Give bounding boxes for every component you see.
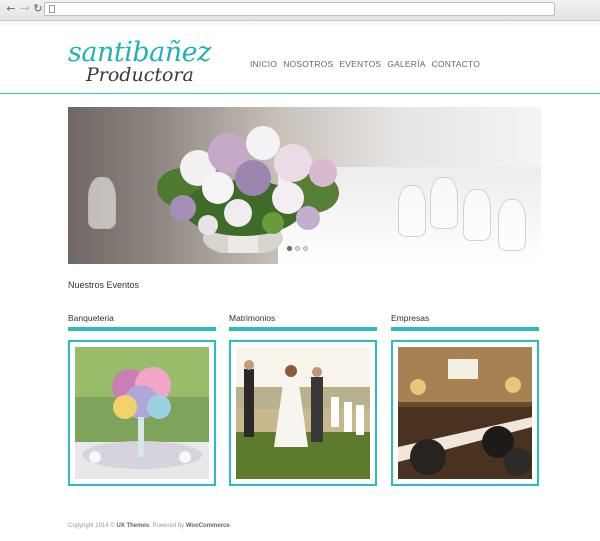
- glass-shape: [430, 177, 458, 229]
- column-title[interactable]: Matrimonios: [229, 312, 379, 324]
- slider-dots: [287, 246, 308, 251]
- browser-toolbar: ← → ↻: [0, 0, 600, 21]
- main-menu: INICIO NOSOTROS EVENTOS GALERÍA CONTACTO: [250, 59, 480, 71]
- page-icon: [49, 5, 55, 13]
- menu-item-contacto[interactable]: CONTACTO: [432, 59, 481, 71]
- footer-powered-by: . Powered by: [149, 523, 186, 529]
- logo-bottom-text: Productora: [86, 64, 194, 86]
- slider-dot[interactable]: [295, 246, 300, 251]
- flower-bouquet-image: [157, 126, 339, 253]
- glass-shape: [463, 189, 491, 241]
- section-title: Nuestros Eventos: [68, 280, 140, 290]
- menu-item-galeria[interactable]: GALERÍA: [387, 59, 425, 71]
- address-bar[interactable]: [44, 2, 555, 16]
- column-title[interactable]: Empresas: [391, 312, 541, 324]
- event-column-matrimonios: Matrimonios: [229, 312, 379, 486]
- footer-copyright: Copyright 2014 ©: [68, 523, 117, 529]
- site-logo[interactable]: santibañez Productora: [68, 38, 211, 88]
- event-column-banqueteria: Banqueteria: [68, 312, 218, 486]
- column-underline: [68, 327, 216, 331]
- column-image-frame[interactable]: [68, 340, 216, 486]
- header-divider: [0, 93, 600, 94]
- footer-woocommerce-link[interactable]: WooCommerce: [186, 523, 230, 529]
- column-underline: [391, 327, 539, 331]
- forward-arrow-icon[interactable]: →: [18, 2, 32, 16]
- event-column-empresas: Empresas: [391, 312, 541, 486]
- glass-shape: [498, 199, 526, 251]
- glass-shape: [398, 185, 426, 237]
- banqueteria-image: [75, 347, 209, 479]
- footer-text: Copyright 2014 © UX Themes. Powered by W…: [68, 523, 230, 529]
- matrimonios-image: [236, 347, 370, 479]
- column-image-frame[interactable]: [391, 340, 539, 486]
- empresas-image: [398, 347, 532, 479]
- menu-item-eventos[interactable]: EVENTOS: [339, 59, 381, 71]
- slider-dot[interactable]: [287, 246, 292, 251]
- reload-icon[interactable]: ↻: [31, 2, 45, 16]
- glass-shape: [88, 177, 116, 229]
- menu-item-nosotros[interactable]: NOSOTROS: [283, 59, 333, 71]
- footer-uxthemes-link[interactable]: UX Themes: [116, 523, 149, 529]
- hero-slider-image[interactable]: [68, 107, 541, 264]
- slider-dot[interactable]: [303, 246, 308, 251]
- column-title[interactable]: Banqueteria: [68, 312, 218, 324]
- back-arrow-icon[interactable]: ←: [4, 2, 18, 16]
- menu-item-inicio[interactable]: INICIO: [250, 59, 277, 71]
- column-underline: [229, 327, 377, 331]
- column-image-frame[interactable]: [229, 340, 377, 486]
